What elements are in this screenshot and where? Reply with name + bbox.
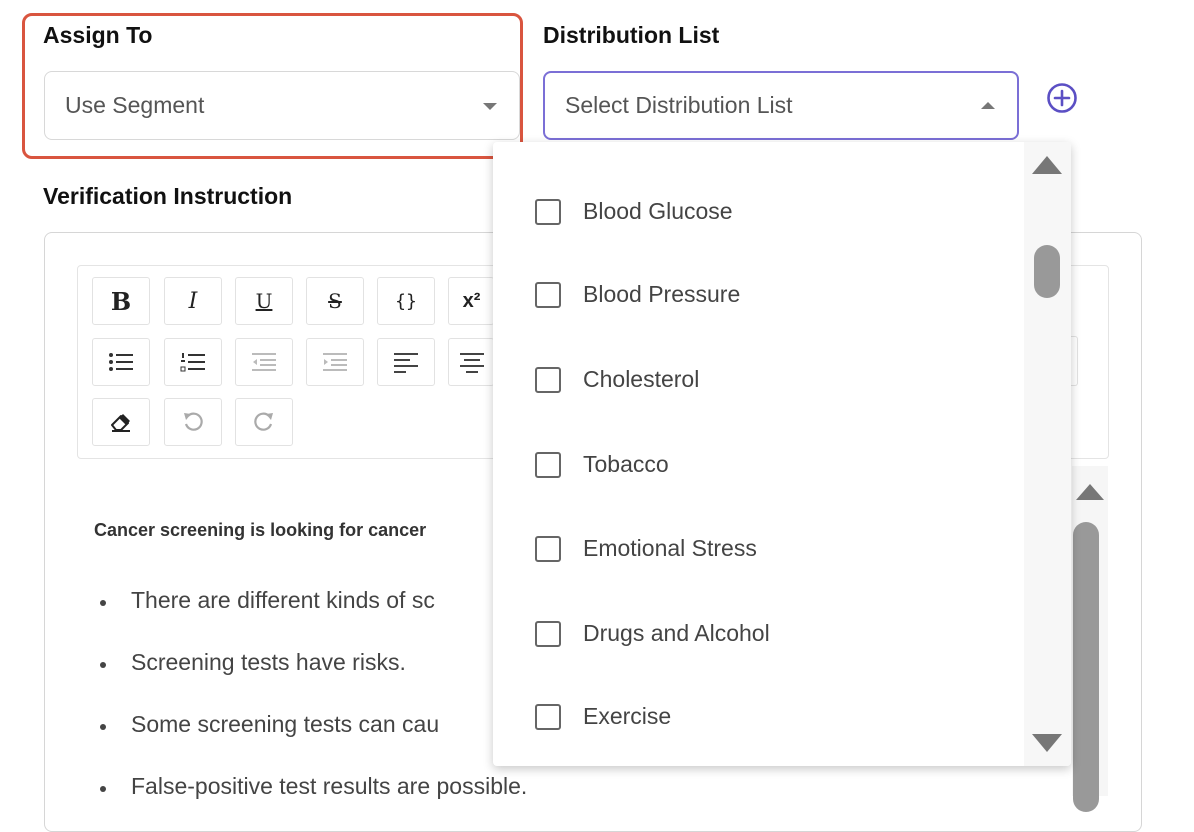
clear-format-button[interactable] [92,398,150,446]
bullet-list-icon [109,353,133,371]
scroll-up-arrow-icon[interactable] [1032,156,1062,174]
chevron-up-icon [981,101,995,109]
dropdown-option-blood-glucose[interactable]: Blood Glucose [535,198,733,225]
outdent-icon [252,353,276,371]
undo-button[interactable] [164,398,222,446]
list-item: Some screening tests can cau [100,711,439,738]
indent-button[interactable] [306,338,364,386]
code-button[interactable]: {} [377,277,435,325]
numbered-list-button[interactable] [164,338,222,386]
numbered-list-icon [180,353,205,372]
editor-scrollbar-thumb[interactable] [1073,522,1099,812]
content-lead-text: Cancer screening is looking for cancer [94,520,427,540]
italic-button[interactable]: I [164,277,222,325]
list-item: Screening tests have risks. [100,649,406,676]
eraser-icon [111,414,130,432]
dropdown-option-exercise[interactable]: Exercise [535,703,671,730]
list-item: False-positive test results are possible… [100,773,527,800]
distribution-list-placeholder: Select Distribution List [565,92,793,118]
undo-icon [184,412,203,431]
distribution-list-dropdown: Blood Glucose Blood Pressure Cholesterol… [493,142,1071,766]
dropdown-option-tobacco[interactable]: Tobacco [535,451,669,478]
dropdown-scrollbar[interactable] [1024,142,1071,766]
indent-icon [323,353,347,371]
distribution-list-select[interactable]: Select Distribution List [543,71,1019,140]
bold-button[interactable]: B [92,277,150,325]
dropdown-scrollbar-thumb[interactable] [1034,245,1060,298]
assign-to-select[interactable]: Use Segment [44,71,520,140]
dropdown-option-drugs-and-alcohol[interactable]: Drugs and Alcohol [535,620,770,647]
dropdown-option-blood-pressure[interactable]: Blood Pressure [535,281,740,308]
add-circle-icon[interactable] [1046,82,1078,114]
superscript-button[interactable]: x² [448,277,494,325]
assign-to-value: Use Segment [65,92,205,118]
strikethrough-button[interactable]: S [306,277,364,325]
redo-icon [254,412,273,431]
align-left-button[interactable] [377,338,435,386]
checkbox[interactable] [535,366,561,393]
checkbox[interactable] [535,620,561,647]
underline-button[interactable]: U [235,277,293,325]
dropdown-option-cholesterol[interactable]: Cholesterol [535,366,699,393]
align-center-icon [459,353,484,373]
assign-to-label: Assign To [43,22,153,48]
checkbox[interactable] [535,703,561,730]
checkbox[interactable] [535,451,561,478]
outdent-button[interactable] [235,338,293,386]
checkbox[interactable] [535,535,561,562]
scroll-down-arrow-icon[interactable] [1032,734,1062,752]
chevron-down-icon [483,102,497,110]
dropdown-option-emotional-stress[interactable]: Emotional Stress [535,535,757,562]
checkbox[interactable] [535,198,561,225]
list-item: There are different kinds of sc [100,587,435,614]
scroll-up-arrow-icon[interactable] [1076,484,1104,500]
verification-instruction-label: Verification Instruction [43,183,293,209]
editor-scrollbar[interactable] [1072,466,1108,812]
bullet-list-button[interactable] [92,338,150,386]
distribution-list-label: Distribution List [543,22,720,48]
align-center-button[interactable] [448,338,494,386]
align-left-icon [394,353,418,373]
redo-button[interactable] [235,398,293,446]
checkbox[interactable] [535,281,561,308]
